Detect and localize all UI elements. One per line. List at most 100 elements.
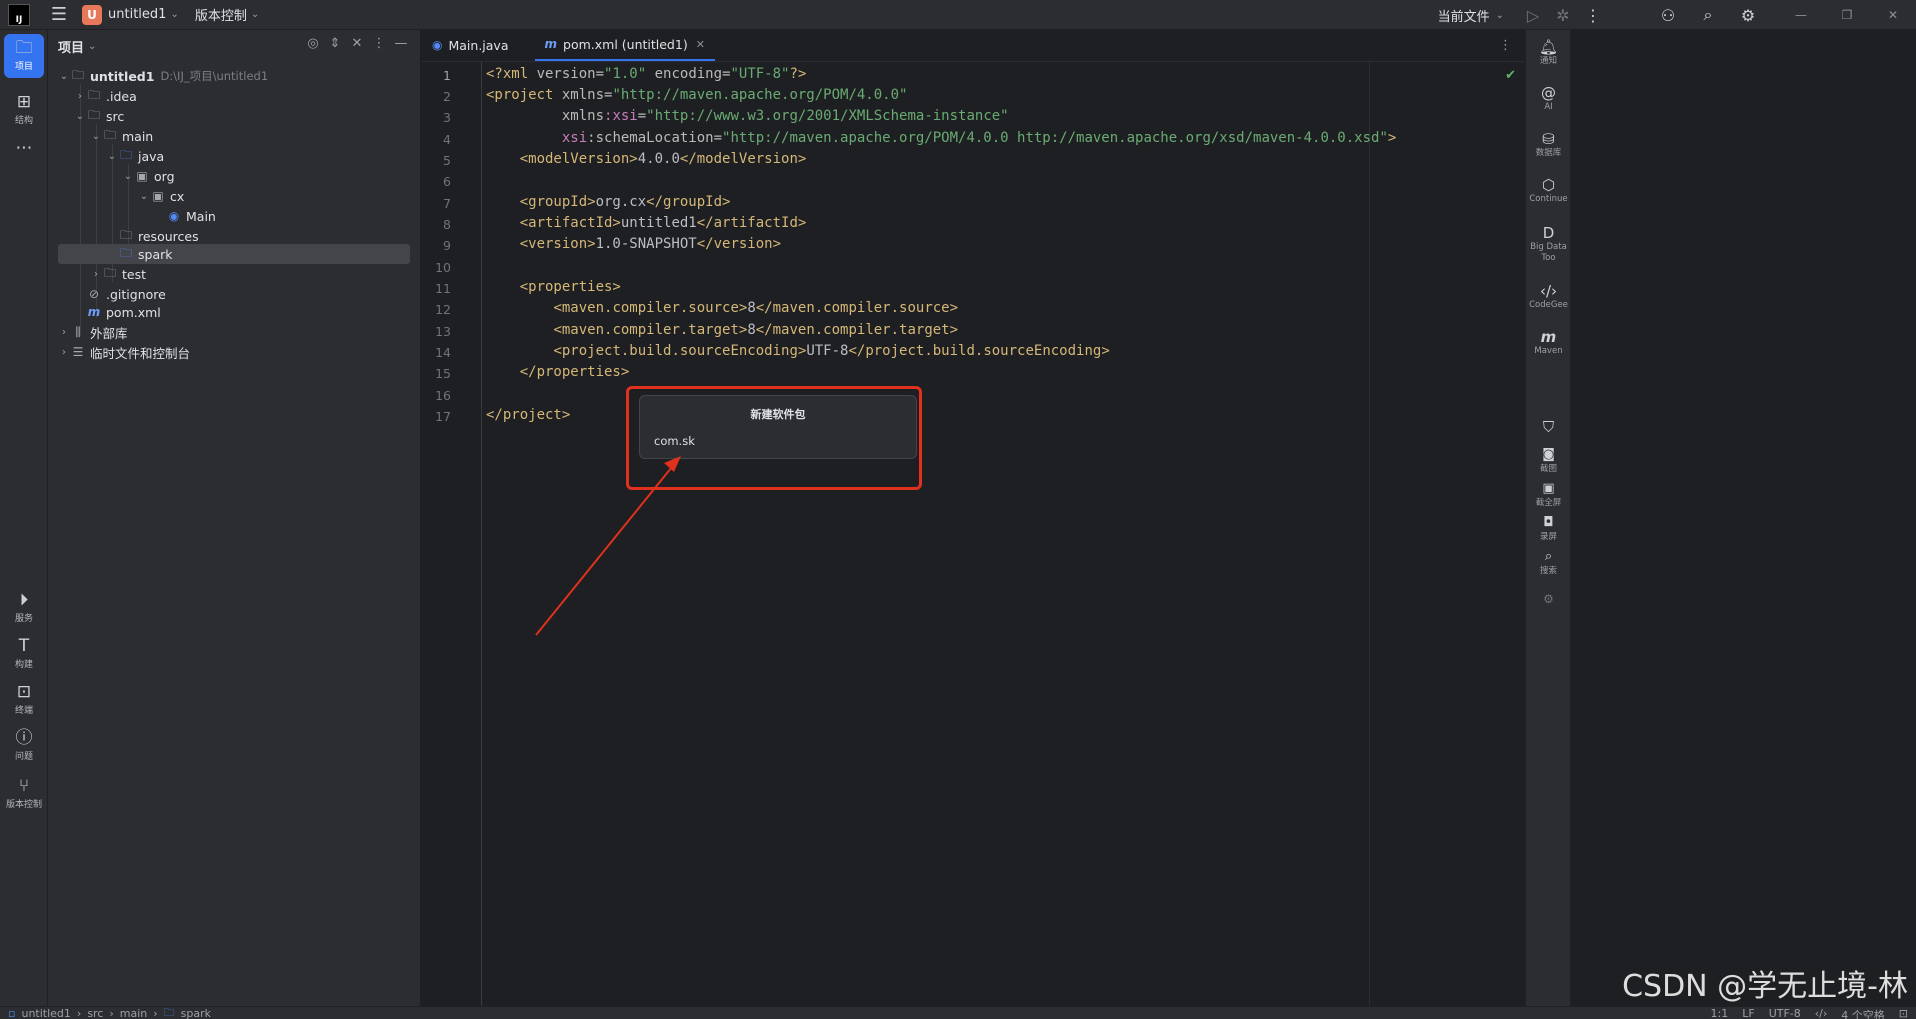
line-separator[interactable]: LF (1742, 1007, 1754, 1019)
tool-maven[interactable]: m Maven (1526, 328, 1571, 357)
locate-icon[interactable]: ◎ (302, 36, 324, 51)
tab-main-java[interactable]: ◉ Main.java (422, 29, 519, 61)
breadcrumb-item[interactable]: src (87, 1007, 103, 1019)
code-token: org.cx (595, 194, 647, 210)
tool-ai[interactable]: @ AI (1526, 84, 1571, 113)
chevron-down-icon[interactable]: ⌄ (1496, 10, 1504, 21)
tool-vcs[interactable]: ⑂ 版本控制 (4, 776, 44, 810)
code-icon[interactable]: ‹/› (1815, 1007, 1828, 1019)
code-line[interactable]: xsi:schemaLocation="http://maven.apache.… (486, 128, 1396, 149)
tree-item-untitled1[interactable]: ⌄ 🗀 untitled1 D:\IJ_项目\untitled1 (58, 66, 410, 86)
project-panel-title[interactable]: 项目 (58, 37, 84, 56)
tool-big-data[interactable]: D Big Data Too (1526, 224, 1571, 264)
breadcrumb-item[interactable]: main (120, 1007, 147, 1019)
caret-position[interactable]: 1:1 (1711, 1007, 1729, 1019)
tree-item-external-libs[interactable]: › ⫼ 外部库 (58, 322, 410, 342)
tool-project[interactable]: 🗀 项目 (4, 34, 44, 78)
tool-services[interactable]: ⏵ 服务 (4, 590, 44, 624)
tree-item-resources[interactable]: 🗀 resources (106, 226, 458, 246)
chevron-down-icon[interactable]: ⌄ (170, 9, 178, 20)
code-line[interactable]: <version>1.0-SNAPSHOT</version> (486, 234, 781, 255)
tool-problems[interactable]: ⓘ 问题 (4, 728, 44, 762)
tool-database[interactable]: ⛁ 数据库 (1526, 130, 1571, 159)
tool-codegeex[interactable]: ‹/› CodeGee (1526, 282, 1571, 311)
options-icon[interactable]: ⋮ (368, 36, 390, 51)
tree-item-java[interactable]: ⌄ 🗀 java (106, 146, 458, 166)
code-line[interactable]: <groupId>org.cx</groupId> (486, 192, 731, 213)
tool-structure[interactable]: ⊞ 结构 (4, 92, 44, 126)
vcs-menu[interactable]: 版本控制 (195, 5, 247, 24)
code-line[interactable]: </properties> (486, 362, 630, 383)
tool-shield[interactable]: ⛉ (1526, 418, 1571, 436)
code-line[interactable]: <modelVersion>4.0.0</modelVersion> (486, 149, 807, 170)
code-line[interactable]: <?xml version="1.0" encoding="UTF-8"?> (486, 64, 806, 85)
close-icon[interactable]: ✕ (696, 38, 705, 51)
tool-search[interactable]: ⌕ 搜索 (1526, 548, 1571, 577)
code-line[interactable]: xmlns:xsi="http://www.w3.org/2001/XMLSch… (486, 106, 1009, 127)
line-number: 7 (443, 196, 451, 211)
code-line[interactable]: <maven.compiler.target>8</maven.compiler… (486, 320, 958, 341)
project-badge[interactable]: U (82, 4, 102, 25)
chevron-down-icon[interactable]: ⌄ (88, 41, 96, 52)
chevron-right-icon[interactable]: › (58, 347, 70, 358)
more-tabs-icon[interactable]: ⋮ (1499, 38, 1512, 53)
code-line[interactable]: <artifactId>untitled1</artifactId> (486, 213, 807, 234)
tree-item-idea[interactable]: › 🗀 .idea (74, 86, 426, 106)
code-line[interactable]: <properties> (486, 277, 621, 298)
chevron-down-icon[interactable]: ⌄ (122, 171, 134, 182)
tool-continue[interactable]: ⬡ Continue (1526, 176, 1571, 205)
collapse-all-icon[interactable]: ✕ (346, 36, 368, 51)
hide-icon[interactable]: — (390, 36, 412, 51)
breadcrumb-item[interactable]: untitled1 (21, 1007, 70, 1019)
tree-item-test[interactable]: › 🗀 test (90, 264, 442, 284)
debug-icon[interactable]: ✲ (1548, 6, 1578, 25)
code-line[interactable]: <project xmlns="http://maven.apache.org/… (486, 85, 907, 106)
tool-notifications[interactable]: 🔔︎ 通知 (1526, 38, 1571, 67)
check-icon[interactable]: ✔ (1505, 68, 1516, 83)
tree-item-main[interactable]: ⌄ 🗀 main (90, 126, 442, 146)
tree-item-pom[interactable]: m pom.xml (74, 302, 426, 322)
run-config-selector[interactable]: 当前文件 (1438, 6, 1490, 25)
code-line[interactable]: <project.build.sourceEncoding>UTF-8</pro… (486, 341, 1109, 362)
tree-item-main-class[interactable]: ◉ Main (154, 206, 410, 226)
restore-button[interactable]: ❐ (1824, 8, 1870, 22)
close-window-button[interactable]: ✕ (1870, 8, 1916, 22)
main-menu-icon[interactable]: ☰ (48, 4, 70, 25)
tool-record[interactable]: ◘ 录屏 (1526, 514, 1571, 543)
settings-icon[interactable]: ⚙ (1728, 6, 1768, 25)
tree-item-scratches[interactable]: › ☰ 临时文件和控制台 (58, 342, 410, 362)
code-line[interactable]: <maven.compiler.source>8</maven.compiler… (486, 298, 958, 319)
breadcrumb-item[interactable]: spark (181, 1007, 211, 1019)
chevron-right-icon[interactable]: › (58, 327, 70, 338)
project-name[interactable]: untitled1 (108, 7, 166, 22)
chevron-down-icon[interactable]: ⌄ (90, 131, 102, 142)
app-logo: IJ (8, 3, 30, 26)
tab-pom-xml[interactable]: m pom.xml (untitled1) ✕ (534, 29, 715, 61)
tool-fullscreen-shot[interactable]: ▣ 截全屏 (1526, 480, 1571, 509)
tool-settings[interactable]: ⚙ (1526, 590, 1571, 608)
file-encoding[interactable]: UTF-8 (1769, 1007, 1801, 1019)
indent-setting[interactable]: 4 个空格 (1841, 1007, 1885, 1019)
minimize-button[interactable]: — (1778, 8, 1824, 22)
chevron-down-icon[interactable]: ⌄ (138, 191, 150, 202)
tree-item-gitignore[interactable]: ⊘ .gitignore (74, 284, 426, 304)
tool-more[interactable]: ⋯ (4, 138, 44, 158)
tree-item-src[interactable]: ⌄ 🗀 src (74, 106, 426, 126)
tool-screenshot[interactable]: ◙ 截图 (1526, 446, 1571, 475)
lock-icon[interactable]: ⊡ (1899, 1007, 1908, 1019)
tool-build[interactable]: T 构建 (4, 636, 44, 670)
tree-item-spark[interactable]: 🗀 spark (58, 244, 410, 264)
expand-all-icon[interactable]: ⇕ (324, 36, 346, 51)
add-user-icon[interactable]: ⚇ (1648, 6, 1688, 25)
code-line[interactable]: </project> (486, 405, 570, 426)
chevron-right-icon[interactable]: › (74, 91, 86, 102)
chevron-down-icon[interactable]: ⌄ (106, 151, 118, 162)
chevron-down-icon[interactable]: ⌄ (58, 71, 70, 82)
run-icon[interactable]: ▷ (1518, 6, 1548, 25)
chevron-down-icon[interactable]: ⌄ (251, 9, 259, 20)
chevron-down-icon[interactable]: ⌄ (74, 111, 86, 122)
search-icon[interactable]: ⌕ (1688, 5, 1728, 25)
chevron-right-icon[interactable]: › (90, 269, 102, 280)
more-actions-icon[interactable]: ⋮ (1578, 6, 1608, 25)
tool-terminal[interactable]: ⊡ 终端 (4, 682, 44, 716)
